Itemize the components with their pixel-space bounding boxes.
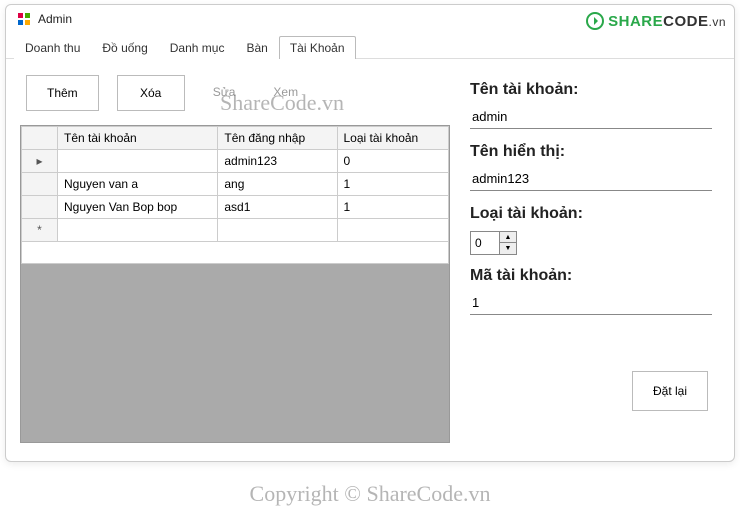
cell[interactable]: asd1 — [218, 196, 337, 219]
brand-text-b: CODE — [663, 13, 708, 30]
cell[interactable] — [337, 219, 449, 242]
cell[interactable] — [58, 219, 218, 242]
cell[interactable]: 0 — [337, 150, 449, 173]
label-display-name: Tên hiển thị: — [470, 143, 712, 161]
tab-tai-khoan[interactable]: Tài Khoản — [279, 36, 356, 59]
account-type-stepper[interactable]: ▲ ▼ — [470, 231, 517, 255]
app-icon — [16, 11, 32, 27]
cell[interactable]: admin123 — [218, 150, 337, 173]
spin-down-icon[interactable]: ▼ — [500, 243, 516, 254]
col-ten-tai-khoan[interactable]: Tên tài khoản — [58, 127, 218, 150]
delete-button[interactable]: Xóa — [117, 75, 185, 111]
cell[interactable] — [218, 219, 337, 242]
row-marker — [22, 173, 58, 196]
brand-logo: SHARECODE.vn — [586, 12, 726, 30]
tab-ban[interactable]: Bàn — [235, 36, 278, 59]
watermark-bottom: Copyright © ShareCode.vn — [0, 481, 740, 507]
input-account-code[interactable] — [470, 291, 712, 315]
cell[interactable]: admin — [58, 150, 218, 173]
tab-do-uong[interactable]: Đồ uống — [91, 36, 158, 59]
input-account-name[interactable] — [470, 105, 712, 129]
view-button[interactable]: Xem — [263, 75, 308, 111]
table-row[interactable]: Nguyen Van Bop bop asd1 1 — [22, 196, 449, 219]
cell[interactable]: Nguyen van a — [58, 173, 218, 196]
col-ten-dang-nhap[interactable]: Tên đăng nhập — [218, 127, 337, 150]
cell[interactable]: ang — [218, 173, 337, 196]
reset-button[interactable]: Đặt lại — [632, 371, 708, 411]
tab-danh-muc[interactable]: Danh mục — [159, 36, 236, 59]
input-account-type[interactable] — [471, 232, 499, 254]
label-account-name: Tên tài khoản: — [470, 81, 712, 99]
corner-cell — [22, 127, 58, 150]
window-title: Admin — [38, 12, 72, 26]
spin-up-icon[interactable]: ▲ — [500, 232, 516, 243]
row-marker: ▸ — [22, 150, 58, 173]
table-header-row: Tên tài khoản Tên đăng nhập Loại tài kho… — [22, 127, 449, 150]
add-button[interactable]: Thêm — [26, 75, 99, 111]
cell[interactable]: Nguyen Van Bop bop — [58, 196, 218, 219]
cell[interactable]: 1 — [337, 173, 449, 196]
input-display-name[interactable] — [470, 167, 712, 191]
details-form: Tên tài khoản: Tên hiển thị: Loại tài kh… — [470, 75, 720, 443]
cell[interactable]: 1 — [337, 196, 449, 219]
tabstrip: Doanh thu Đồ uống Danh mục Bàn Tài Khoản — [6, 33, 734, 59]
col-loai-tai-khoan[interactable]: Loại tài khoản — [337, 127, 449, 150]
toolbar: Thêm Xóa Sửa Xem — [20, 75, 450, 111]
tab-doanh-thu[interactable]: Doanh thu — [14, 36, 91, 59]
edit-button[interactable]: Sửa — [203, 75, 246, 111]
row-marker: * — [22, 219, 58, 242]
recycle-icon — [586, 12, 604, 30]
label-account-type: Loại tài khoản: — [470, 205, 712, 223]
data-grid[interactable]: Tên tài khoản Tên đăng nhập Loại tài kho… — [20, 125, 450, 443]
brand-text-a: SHARE — [608, 13, 663, 30]
row-marker — [22, 196, 58, 219]
label-account-code: Mã tài khoản: — [470, 267, 712, 285]
table-row[interactable]: ▸ admin admin123 0 — [22, 150, 449, 173]
table-row[interactable]: Nguyen van a ang 1 — [22, 173, 449, 196]
brand-tld: .vn — [708, 15, 726, 29]
table-row-new[interactable]: * — [22, 219, 449, 242]
